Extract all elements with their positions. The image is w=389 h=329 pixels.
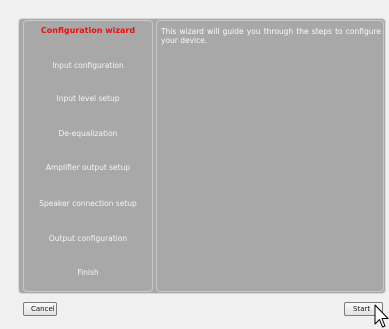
step-input-configuration: Input configuration [52,61,124,70]
wizard-description: This wizard will guide you through the s… [161,27,381,45]
step-input-level-setup: Input level setup [56,94,120,103]
cancel-button[interactable]: Cancel [23,302,57,316]
wizard-content-panel: This wizard will guide you through the s… [156,20,384,292]
step-configuration-wizard: Configuration wizard [40,26,136,35]
step-speaker-connection-setup: Speaker connection setup [39,199,137,208]
configuration-wizard-dialog: Configuration wizard Input configuration… [0,0,389,329]
step-amplifier-output-setup: Amplifier output setup [45,163,131,172]
step-de-equalization: De-equalization [58,129,118,138]
step-finish: Finish [77,268,99,277]
wizard-steps-panel: Configuration wizard Input configuration… [23,20,153,292]
arrow-pointer-icon [374,304,389,328]
step-output-configuration: Output configuration [48,234,128,243]
